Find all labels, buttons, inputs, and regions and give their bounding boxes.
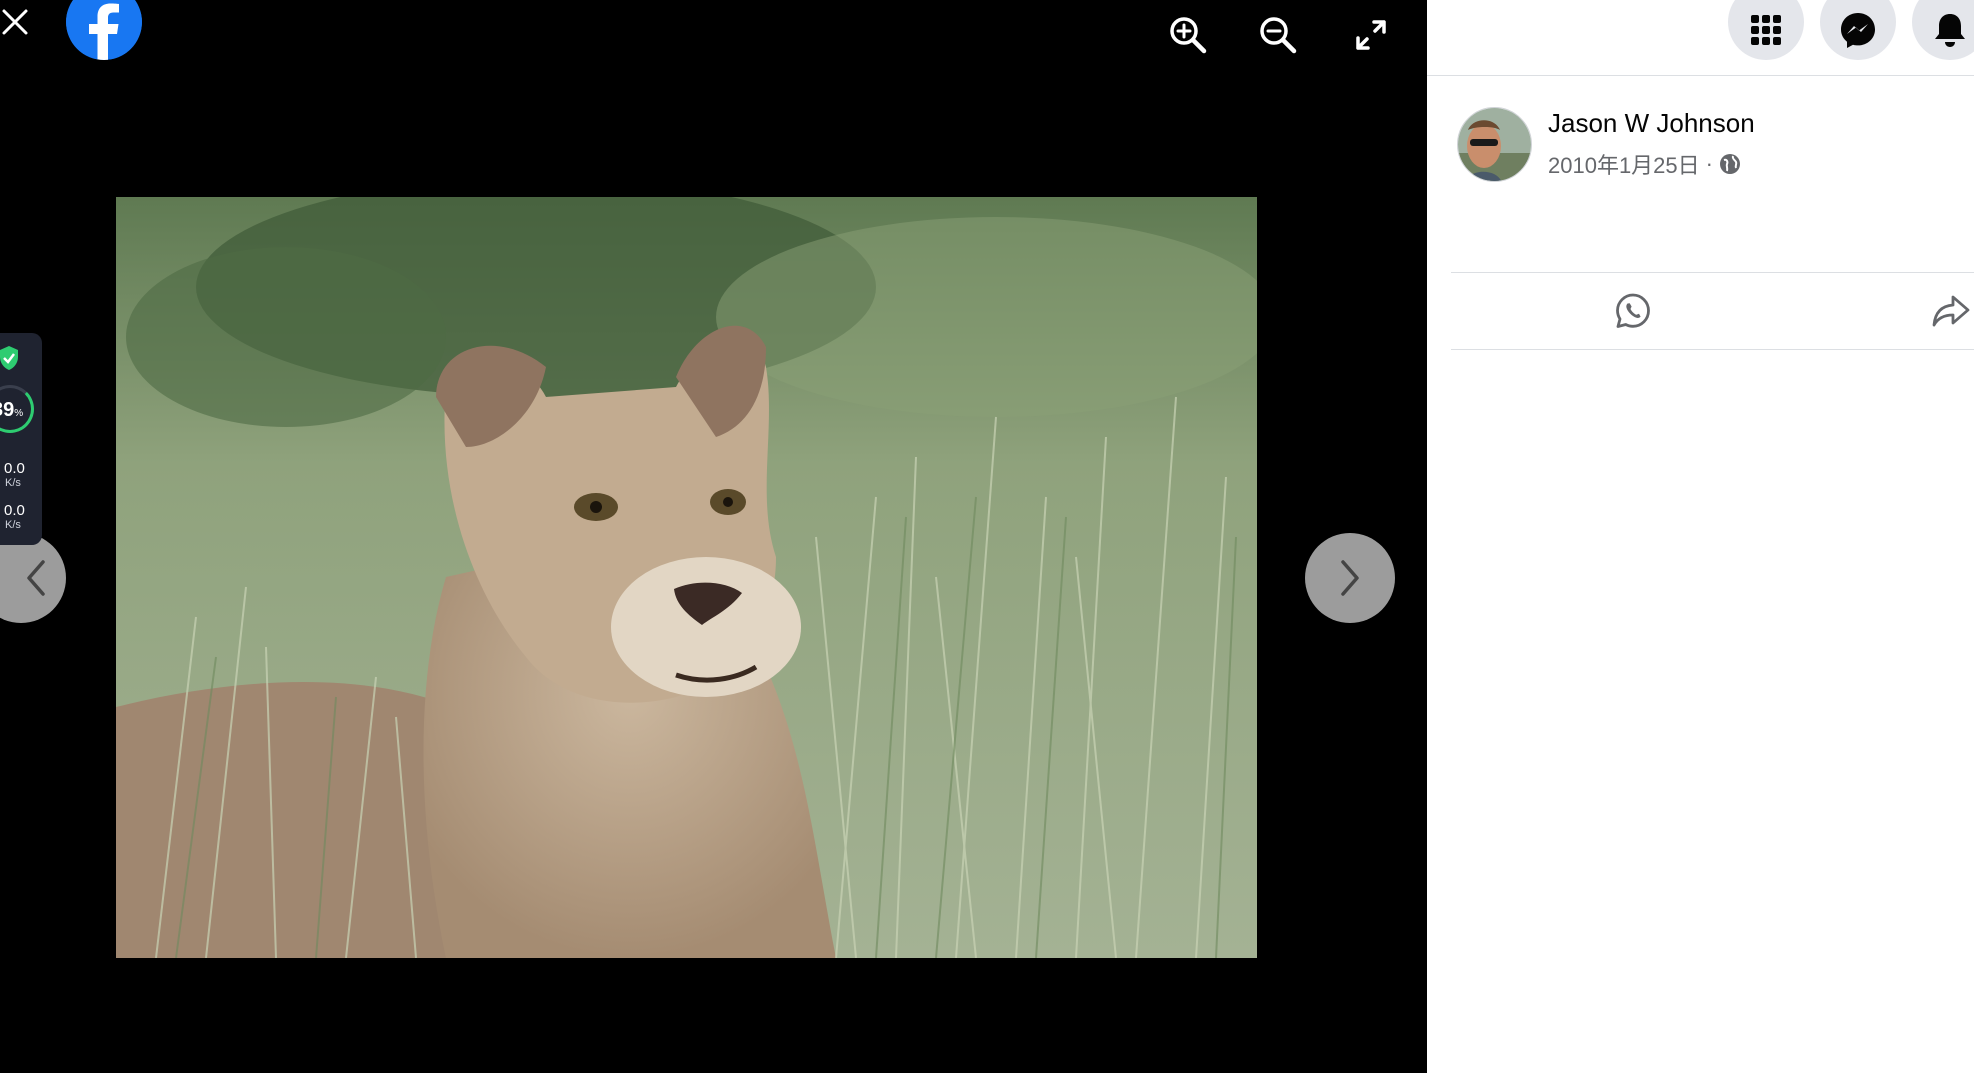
notifications-bell-icon <box>1935 14 1965 47</box>
upload-speed: 0.0 <box>4 460 25 477</box>
fullscreen-button[interactable] <box>1346 10 1396 60</box>
menu-button[interactable] <box>1728 0 1804 60</box>
share-icon <box>1932 295 1970 327</box>
post-date[interactable]: 2010年1月25日 <box>1548 148 1700 180</box>
author-name-link[interactable]: Jason W Johnson <box>1548 108 1755 139</box>
facebook-logo-icon <box>66 0 142 60</box>
facebook-logo[interactable] <box>66 0 142 60</box>
globe-icon[interactable] <box>1719 153 1741 175</box>
download-unit: K/s <box>5 519 21 531</box>
post-action-bar <box>1451 272 1974 350</box>
upload-unit: K/s <box>5 477 21 489</box>
photo-viewer: 39% 0.0 K/s 0.0 K/s <box>0 0 1427 1073</box>
close-button[interactable] <box>0 2 30 42</box>
top-navigation-bar <box>1427 0 1974 76</box>
zoom-in-icon <box>1170 17 1207 54</box>
usage-percent: 39% <box>0 399 24 421</box>
lioness-photo <box>116 197 1257 958</box>
close-icon <box>2 9 28 35</box>
chevron-left-icon <box>27 560 45 596</box>
share-button[interactable] <box>1929 289 1973 333</box>
zoom-out-icon <box>1260 17 1297 54</box>
network-speed-widget[interactable]: 39% 0.0 K/s 0.0 K/s <box>0 333 42 545</box>
next-photo-button[interactable] <box>1305 533 1395 623</box>
whatsapp-icon <box>1616 293 1650 328</box>
post-side-panel: Jason W Johnson 2010年1月25日 · <box>1427 0 1974 1073</box>
post-meta: 2010年1月25日 · <box>1548 148 1741 180</box>
menu-grid-icon <box>1751 15 1781 45</box>
shield-check-icon <box>0 346 18 370</box>
download-speed: 0.0 <box>4 502 25 519</box>
zoom-in-button[interactable] <box>1163 10 1213 60</box>
lioness-in-grass-image <box>116 197 1257 958</box>
author-profile-photo <box>1458 108 1531 181</box>
previous-photo-button[interactable] <box>0 533 66 623</box>
send-whatsapp-button[interactable] <box>1611 289 1655 333</box>
notifications-button[interactable] <box>1912 0 1974 60</box>
meta-separator: · <box>1705 151 1713 176</box>
messenger-button[interactable] <box>1820 0 1896 60</box>
messenger-icon <box>1841 13 1875 48</box>
fullscreen-icon <box>1356 20 1386 50</box>
chevron-right-icon <box>1341 560 1359 596</box>
author-avatar[interactable] <box>1457 107 1532 182</box>
zoom-out-button[interactable] <box>1253 10 1303 60</box>
